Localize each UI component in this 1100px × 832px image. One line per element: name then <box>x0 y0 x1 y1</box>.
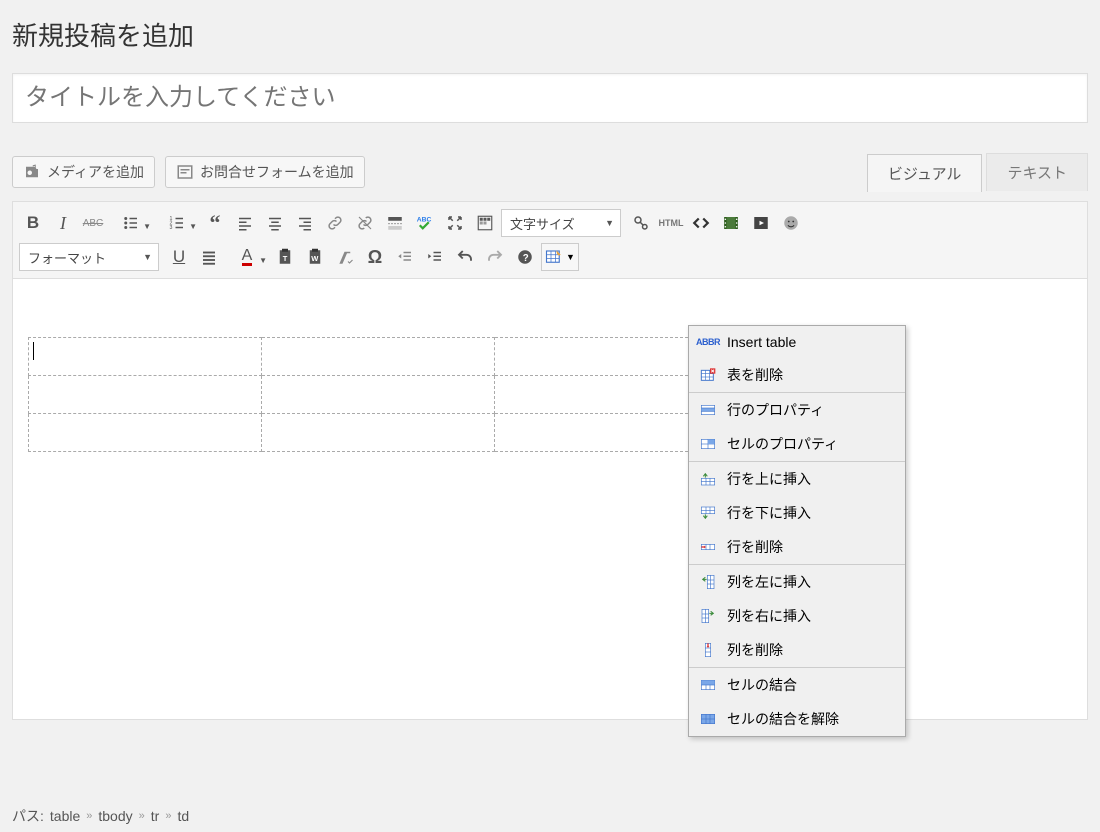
path-crumb[interactable]: table <box>50 808 80 824</box>
menu-split-cells[interactable]: セルの結合を解除 <box>689 702 905 736</box>
form-icon <box>176 163 194 181</box>
toolbar: B I ABC ▼ 123▼ “ ABC 文字サイズ HTML フォーマット <box>13 202 1087 279</box>
underline-button[interactable]: U <box>165 243 193 271</box>
clear-formatting-button[interactable] <box>331 243 359 271</box>
fullscreen-button[interactable] <box>441 209 469 237</box>
help-button[interactable]: ? <box>511 243 539 271</box>
svg-text:?: ? <box>523 253 529 264</box>
menu-insert-col-right[interactable]: 列を右に挿入 <box>689 599 905 633</box>
menu-delete-col[interactable]: 列を削除 <box>689 633 905 667</box>
emoticon-button[interactable] <box>777 209 805 237</box>
menu-row-properties[interactable]: 行のプロパティ <box>689 393 905 427</box>
insert-more-button[interactable] <box>381 209 409 237</box>
svg-text:W: W <box>311 254 319 263</box>
editor-content[interactable] <box>13 279 1087 719</box>
row-below-icon <box>699 504 717 522</box>
format-select[interactable]: フォーマット <box>19 243 159 271</box>
path-crumb[interactable]: tbody <box>98 808 132 824</box>
italic-button[interactable]: I <box>49 209 77 237</box>
abbr-icon: ABBR <box>699 333 717 351</box>
add-contact-form-label: お問合せフォームを追加 <box>200 162 354 182</box>
bold-button[interactable]: B <box>19 209 47 237</box>
align-left-button[interactable] <box>231 209 259 237</box>
menu-insert-col-left[interactable]: 列を左に挿入 <box>689 565 905 599</box>
row-above-icon <box>699 470 717 488</box>
col-delete-icon <box>699 641 717 659</box>
add-media-label: メディアを追加 <box>47 162 144 182</box>
text-color-button[interactable]: A▼ <box>225 243 269 271</box>
table-edit-icon <box>545 248 563 266</box>
cell-props-icon <box>699 435 717 453</box>
menu-cell-properties[interactable]: セルのプロパティ <box>689 427 905 461</box>
spellcheck-button[interactable]: ABC <box>411 209 439 237</box>
media-button[interactable] <box>747 209 775 237</box>
toolbar-toggle-button[interactable] <box>471 209 499 237</box>
link-button[interactable] <box>321 209 349 237</box>
col-right-icon <box>699 607 717 625</box>
path-label: パス: <box>12 806 44 826</box>
path-crumb[interactable]: td <box>177 808 189 824</box>
redo-button[interactable] <box>481 243 509 271</box>
svg-text:T: T <box>283 254 288 263</box>
path-bar: パス: table » tbody » tr » td <box>12 806 189 826</box>
menu-insert-table[interactable]: ABBR Insert table <box>689 326 905 358</box>
strikethrough-button[interactable]: ABC <box>79 209 107 237</box>
table-delete-icon <box>699 366 717 384</box>
col-left-icon <box>699 573 717 591</box>
row-props-icon <box>699 401 717 419</box>
align-center-button[interactable] <box>261 209 289 237</box>
post-title-input[interactable] <box>12 73 1088 123</box>
blockquote-button[interactable]: “ <box>201 209 229 237</box>
numbered-list-button[interactable]: 123▼ <box>155 209 199 237</box>
editor-tabs: ビジュアル テキスト <box>867 153 1088 191</box>
editor: B I ABC ▼ 123▼ “ ABC 文字サイズ HTML フォーマット <box>12 201 1088 720</box>
content-table[interactable] <box>28 337 728 452</box>
align-justify-button[interactable] <box>195 243 223 271</box>
indent-button[interactable] <box>421 243 449 271</box>
path-crumb[interactable]: tr <box>151 808 160 824</box>
svg-text:ABC: ABC <box>417 217 432 224</box>
camera-music-icon <box>23 163 41 181</box>
svg-text:3: 3 <box>170 225 173 231</box>
paste-text-button[interactable]: T <box>271 243 299 271</box>
outdent-button[interactable] <box>391 243 419 271</box>
undo-button[interactable] <box>451 243 479 271</box>
table-dropdown-menu: ABBR Insert table 表を削除 行のプロパティ セルのプロパティ … <box>688 325 906 737</box>
menu-insert-row-below[interactable]: 行を下に挿入 <box>689 496 905 530</box>
align-right-button[interactable] <box>291 209 319 237</box>
video-button[interactable] <box>717 209 745 237</box>
menu-insert-row-above[interactable]: 行を上に挿入 <box>689 462 905 496</box>
find-replace-button[interactable] <box>627 209 655 237</box>
menu-delete-table[interactable]: 表を削除 <box>689 358 905 392</box>
font-size-select[interactable]: 文字サイズ <box>501 209 621 237</box>
menu-merge-cells[interactable]: セルの結合 <box>689 668 905 702</box>
add-contact-form-button[interactable]: お問合せフォームを追加 <box>165 156 365 188</box>
special-char-button[interactable]: Ω <box>361 243 389 271</box>
split-cells-icon <box>699 710 717 728</box>
table-dropdown-button[interactable]: ▼ <box>541 243 579 271</box>
unlink-button[interactable] <box>351 209 379 237</box>
tab-text[interactable]: テキスト <box>986 153 1088 191</box>
menu-delete-row[interactable]: 行を削除 <box>689 530 905 564</box>
add-media-button[interactable]: メディアを追加 <box>12 156 155 188</box>
row-delete-icon <box>699 538 717 556</box>
merge-cells-icon <box>699 676 717 694</box>
bullet-list-button[interactable]: ▼ <box>109 209 153 237</box>
page-title: 新規投稿を追加 <box>0 0 1100 73</box>
html-button[interactable]: HTML <box>657 209 685 237</box>
tab-visual[interactable]: ビジュアル <box>867 154 983 192</box>
code-button[interactable] <box>687 209 715 237</box>
paste-word-button[interactable]: W <box>301 243 329 271</box>
